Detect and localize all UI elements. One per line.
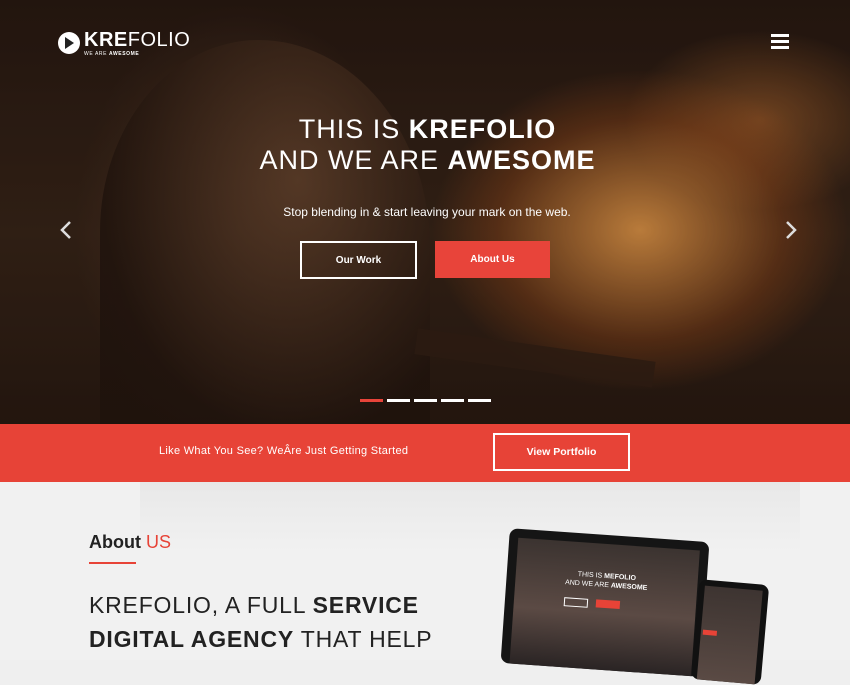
hero-photo-log: [414, 328, 656, 388]
laptop-screen-button-red: [595, 599, 621, 610]
slider-dot[interactable]: [468, 399, 491, 402]
chevron-left-icon[interactable]: [60, 220, 72, 240]
slider-dot[interactable]: [387, 399, 410, 402]
about-title-underline: [89, 562, 136, 564]
brand-wordmark: KREFOLIO WE ARE AWESOME: [84, 30, 190, 57]
slider-dot[interactable]: [441, 399, 464, 402]
slider-dot[interactable]: [360, 399, 383, 402]
about-headline-line2: DIGITAL AGENCY THAT HELP: [89, 626, 433, 652]
hero-title: THIS IS KREFOLIO AND WE ARE AWESOME: [0, 114, 850, 176]
hamburger-menu-icon[interactable]: [771, 34, 789, 52]
our-work-button[interactable]: Our Work: [300, 241, 417, 279]
brand-tagline: WE ARE AWESOME: [84, 51, 140, 57]
about-headline: KREFOLIO, A FULL SERVICE DIGITAL AGENCY …: [89, 588, 432, 656]
cta-text: Like What You See? WeÂre Just Getting St…: [159, 445, 409, 457]
brand-name: KREFOLIO: [84, 29, 191, 51]
laptop-screen-button-outline: [563, 597, 589, 608]
cta-bar: Like What You See? WeÂre Just Getting St…: [0, 424, 850, 482]
tablet-mockup: [690, 579, 770, 685]
slider-pagination: [360, 399, 491, 402]
chevron-right-icon[interactable]: [785, 220, 797, 240]
about-us-button[interactable]: About Us: [435, 241, 550, 278]
about-headline-line1: KREFOLIO, A FULL SERVICE: [89, 592, 419, 618]
laptop-screen: THIS IS MEFOLIO AND WE ARE AWESOME: [509, 537, 700, 677]
brand-logo[interactable]: KREFOLIO WE ARE AWESOME: [58, 30, 190, 57]
hero-title-line1: THIS IS KREFOLIO: [298, 114, 557, 144]
laptop-mockup: THIS IS MEFOLIO AND WE ARE AWESOME: [500, 528, 710, 677]
hero-photo-person: [100, 40, 430, 424]
view-portfolio-button[interactable]: View Portfolio: [493, 433, 630, 471]
play-logo-icon: [58, 32, 80, 54]
slider-dot[interactable]: [414, 399, 437, 402]
laptop-screen-title: THIS IS MEFOLIO AND WE ARE AWESOME: [564, 571, 648, 592]
hero-subtitle: Stop blending in & start leaving your ma…: [283, 205, 571, 219]
about-title: About US: [89, 532, 172, 552]
hero-title-line2: AND WE ARE AWESOME: [259, 145, 596, 175]
